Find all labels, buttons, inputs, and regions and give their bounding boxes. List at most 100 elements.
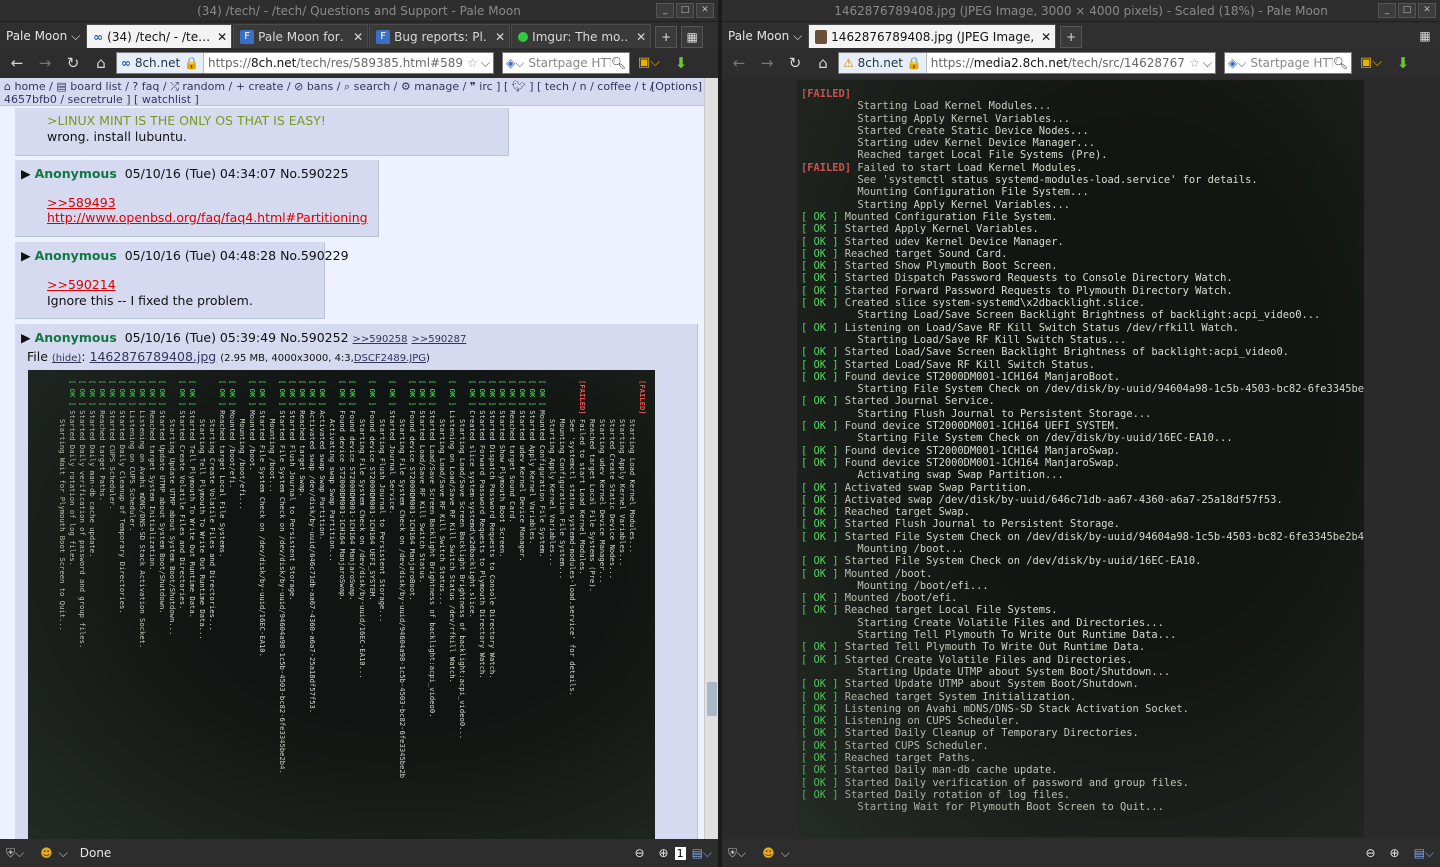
page-icon[interactable]: ▤⌵ bbox=[1414, 846, 1434, 861]
boot-message: Mounting Configuration File System... bbox=[558, 418, 567, 580]
post-number[interactable]: No.590225 bbox=[280, 166, 348, 181]
zoom-in-icon[interactable]: ⊕ bbox=[659, 846, 669, 860]
boot-message: Starting Apply Kernel Variables... bbox=[857, 198, 1071, 211]
collapse-arrow-icon[interactable]: ▶ bbox=[21, 166, 31, 181]
maximize-button[interactable]: □ bbox=[676, 3, 694, 18]
page-icon[interactable]: ▤⌵ bbox=[692, 846, 712, 861]
close-window-button[interactable]: ✕ bbox=[696, 3, 714, 18]
chevron-down-icon[interactable]: ⌵ bbox=[781, 846, 790, 861]
chevron-down-icon[interactable]: ⌵ bbox=[1203, 56, 1215, 71]
bookmarks-menu-icon[interactable]: ▣⌵ bbox=[1354, 51, 1388, 75]
post-number[interactable]: No.590229 bbox=[280, 248, 348, 263]
vertical-scrollbar[interactable] bbox=[704, 78, 718, 839]
chevron-down-icon[interactable]: ⌵ bbox=[481, 56, 493, 71]
site-identity[interactable]: ∞ 8ch.net 🔒 bbox=[117, 53, 204, 73]
shield-icon[interactable]: ⛨⌵ bbox=[6, 846, 24, 861]
nav-boards[interactable]: [ tech / n / coffee / t / bbox=[537, 80, 653, 93]
file-link[interactable]: 1462876789408.jpg bbox=[90, 349, 217, 364]
bookmarks-menu-icon[interactable]: ▣⌵ bbox=[632, 51, 666, 75]
url-bar[interactable]: ∞ 8ch.net 🔒 https://8ch.net/tech/res/589… bbox=[116, 52, 494, 74]
app-menu-button[interactable]: Pale Moon ⌵ bbox=[0, 24, 86, 48]
download-icon[interactable]: ⬇ bbox=[668, 51, 694, 75]
close-tab-icon[interactable]: ✕ bbox=[636, 26, 646, 48]
home-button[interactable]: ⌂ bbox=[810, 51, 836, 75]
reload-button[interactable]: ↻ bbox=[782, 51, 808, 75]
post-number[interactable]: No.590252 bbox=[280, 330, 348, 345]
url-bar[interactable]: ⚠ 8ch.net 🔒 https://media2.8ch.net/tech/… bbox=[838, 52, 1216, 74]
close-tab-icon[interactable]: ✕ bbox=[1041, 26, 1051, 48]
boot-status: [ OK ] bbox=[488, 380, 497, 411]
reload-button[interactable]: ↻ bbox=[60, 51, 86, 75]
full-image[interactable]: [FAILED] Starting Load Kernel Modules...… bbox=[797, 80, 1364, 837]
boot-message: Activating swap Swap Partition... bbox=[328, 418, 337, 562]
nav-bans[interactable]: bans bbox=[307, 80, 333, 93]
twitter-icon[interactable]: 🐦︎ bbox=[512, 80, 526, 93]
tab-image[interactable]: 1462876789408.jpg (JPEG Image, … ✕ bbox=[808, 24, 1057, 48]
search-box[interactable]: ◈⌵ Startpage HTT 🔍︎ bbox=[502, 52, 630, 74]
zoom-in-icon[interactable]: ⊕ bbox=[1390, 846, 1400, 860]
back-button[interactable]: ← bbox=[4, 51, 30, 75]
nav-home[interactable]: home bbox=[14, 80, 45, 93]
boot-log-line: [ OK ] Started CUPS Scheduler. bbox=[107, 380, 117, 834]
zoom-out-icon[interactable]: ⊖ bbox=[634, 846, 644, 860]
quote-link[interactable]: >>590214 bbox=[47, 277, 116, 292]
forward-button[interactable]: → bbox=[32, 51, 58, 75]
tab-list-button[interactable]: ▦ bbox=[1414, 26, 1436, 48]
close-tab-icon[interactable]: ✕ bbox=[495, 26, 505, 48]
search-icon[interactable]: 🔍︎ bbox=[1333, 56, 1351, 70]
collapse-arrow-icon[interactable]: ▶ bbox=[21, 248, 31, 263]
search-engine-icon[interactable]: ◈⌵ bbox=[1228, 56, 1246, 71]
chevron-down-icon[interactable]: ⌵ bbox=[59, 846, 68, 861]
close-tab-icon[interactable]: ✕ bbox=[353, 26, 363, 48]
tab-imgur[interactable]: Imgur: The mo… ✕ bbox=[511, 24, 652, 48]
home-button[interactable]: ⌂ bbox=[88, 51, 114, 75]
nav-manage[interactable]: manage bbox=[414, 80, 459, 93]
back-button[interactable]: ← bbox=[726, 51, 752, 75]
zoom-field[interactable]: 1 bbox=[674, 846, 686, 860]
post-image-thumbnail[interactable]: [FAILED] Starting Load Kernel Modules...… bbox=[28, 370, 655, 844]
nav-irc[interactable]: irc bbox=[479, 80, 492, 93]
reply-link[interactable]: >>590287 bbox=[411, 334, 466, 345]
original-filename-link[interactable]: DSCF2489.JPG bbox=[354, 353, 426, 364]
bookmark-star-icon[interactable]: ☆ bbox=[1186, 56, 1203, 70]
zoom-out-icon[interactable]: ⊖ bbox=[1365, 846, 1375, 860]
scrollbar-thumb[interactable] bbox=[707, 682, 717, 716]
tab-pale-moon-forum[interactable]: F Pale Moon for… ✕ bbox=[233, 24, 369, 48]
hide-file-link[interactable]: (hide) bbox=[52, 353, 81, 364]
boot-status: [FAILED] bbox=[801, 88, 852, 100]
close-window-button[interactable]: ✕ bbox=[1418, 3, 1436, 18]
minimize-button[interactable]: _ bbox=[656, 3, 674, 18]
board-nav-second-line: 4657bfb0 / secretrule ] [ watchlist ] bbox=[4, 93, 199, 106]
options-link[interactable]: [Options] bbox=[651, 80, 702, 93]
external-link[interactable]: http://www.openbsd.org/faq/faq4.html#Par… bbox=[47, 210, 368, 225]
new-tab-button[interactable]: + bbox=[655, 26, 678, 48]
app-menu-label: Pale Moon bbox=[728, 29, 790, 43]
forward-button[interactable]: → bbox=[754, 51, 780, 75]
nav-board-list[interactable]: board list bbox=[70, 80, 121, 93]
shield-icon[interactable]: ⛨⌵ bbox=[728, 846, 746, 861]
shuffle-icon: ⤮ bbox=[170, 80, 179, 93]
close-tab-icon[interactable]: ✕ bbox=[217, 26, 227, 48]
site-identity[interactable]: ⚠ 8ch.net 🔒 bbox=[839, 53, 927, 73]
nav-random[interactable]: random bbox=[182, 80, 225, 93]
search-icon[interactable]: 🔍︎ bbox=[611, 56, 629, 70]
nav-search[interactable]: search bbox=[354, 80, 391, 93]
search-engine-icon[interactable]: ◈⌵ bbox=[506, 56, 524, 71]
quote-link[interactable]: >>589493 bbox=[47, 195, 116, 210]
nav-create[interactable]: create bbox=[248, 80, 283, 93]
tab-tech-thread[interactable]: ∞ (34) /tech/ - /te… ✕ bbox=[86, 24, 233, 48]
tab-bug-reports[interactable]: F Bug reports: Pl… ✕ bbox=[369, 24, 511, 48]
tab-list-button[interactable]: ▦ bbox=[681, 26, 704, 48]
face-addon-icon[interactable]: ☻ bbox=[762, 846, 775, 860]
reply-link[interactable]: >>590258 bbox=[353, 334, 408, 345]
app-menu-button[interactable]: Pale Moon ⌵ bbox=[722, 24, 808, 48]
nav-faq[interactable]: faq bbox=[142, 80, 160, 93]
maximize-button[interactable]: □ bbox=[1398, 3, 1416, 18]
face-addon-icon[interactable]: ☻ bbox=[40, 846, 53, 860]
new-tab-button[interactable]: + bbox=[1060, 26, 1083, 48]
minimize-button[interactable]: _ bbox=[1378, 3, 1396, 18]
bookmark-star-icon[interactable]: ☆ bbox=[464, 56, 481, 70]
search-box[interactable]: ◈⌵ Startpage HTT 🔍︎ bbox=[1224, 52, 1352, 74]
collapse-arrow-icon[interactable]: ▶ bbox=[21, 330, 31, 345]
download-icon[interactable]: ⬇ bbox=[1390, 51, 1416, 75]
